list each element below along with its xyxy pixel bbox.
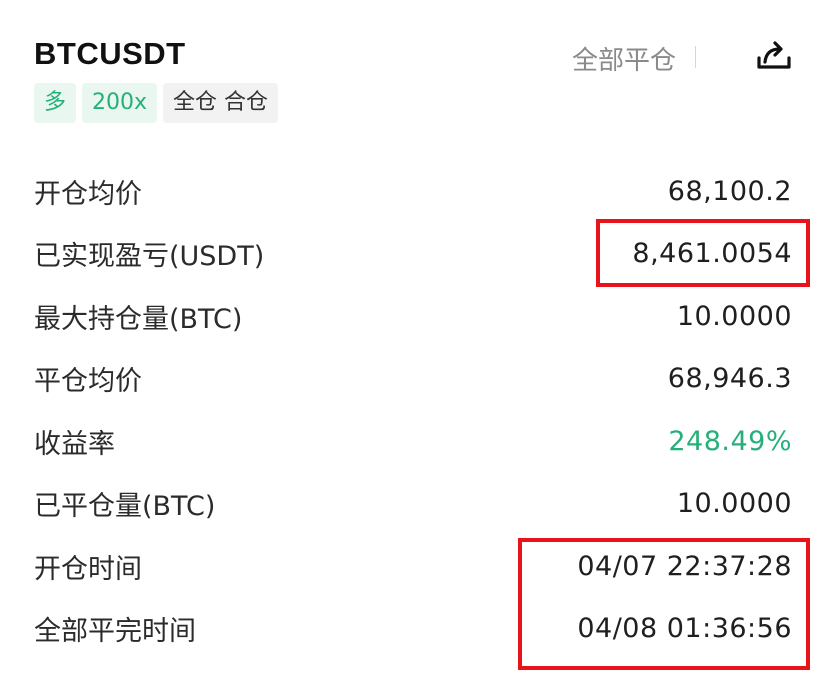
- direction-tag: 多: [34, 83, 77, 123]
- share-icon: [757, 41, 791, 69]
- position-tags: 多 200x 全仓 合仓: [34, 83, 279, 123]
- row-label: 开仓时间: [34, 553, 142, 585]
- row-avg-close-price: 平仓均价 68,946.3: [34, 348, 792, 411]
- row-label: 开仓均价: [34, 178, 142, 210]
- row-max-position: 最大持仓量(BTC) 10.0000: [34, 285, 792, 348]
- row-avg-open-price: 开仓均价 68,100.2: [34, 160, 792, 223]
- leverage-tag: 200x: [82, 83, 158, 123]
- highlight-box-times: [518, 538, 810, 670]
- row-value: 10.0000: [676, 300, 792, 332]
- row-value: 10.0000: [676, 488, 792, 520]
- symbol-title: BTCUSDT: [34, 36, 186, 71]
- header-divider: [695, 46, 696, 68]
- row-value: 68,946.3: [667, 363, 792, 395]
- row-label: 全部平完时间: [34, 616, 196, 648]
- position-header: BTCUSDT 全部平仓: [34, 36, 794, 76]
- row-label: 最大持仓量(BTC): [34, 303, 243, 335]
- row-label: 已实现盈亏(USDT): [34, 241, 265, 273]
- margin-mode-tag: 全仓 合仓: [163, 83, 279, 123]
- row-return-rate: 收益率 248.49%: [34, 410, 792, 473]
- close-all-button[interactable]: 全部平仓: [572, 40, 676, 77]
- row-value: 248.49%: [668, 425, 792, 457]
- highlight-box-pnl: [596, 219, 810, 287]
- row-label: 已平仓量(BTC): [34, 491, 216, 523]
- row-label: 收益率: [34, 428, 115, 460]
- row-value: 68,100.2: [667, 175, 792, 207]
- share-button[interactable]: [754, 36, 794, 76]
- row-label: 平仓均价: [34, 366, 142, 398]
- row-closed-amount: 已平仓量(BTC) 10.0000: [34, 473, 792, 536]
